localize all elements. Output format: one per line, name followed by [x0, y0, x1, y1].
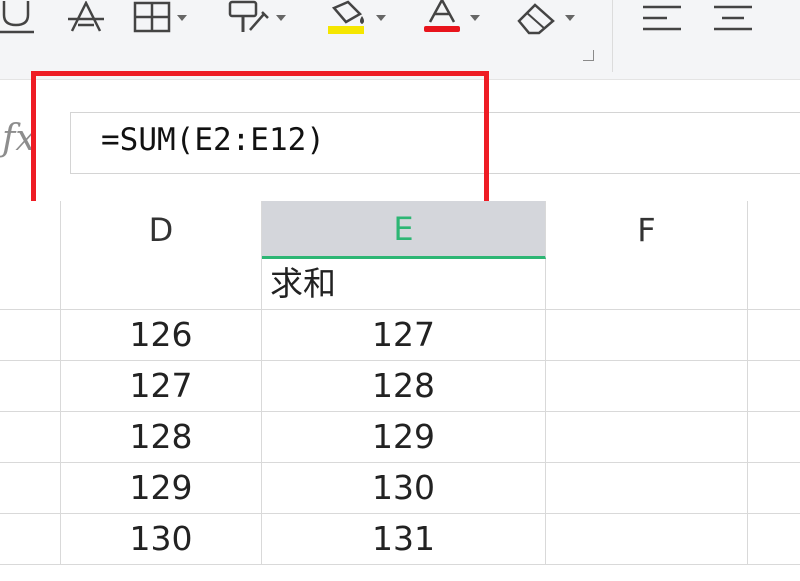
underline-icon	[0, 1, 34, 34]
toolbar-divider	[612, 0, 613, 72]
align-left-icon	[643, 5, 681, 31]
table-row: 130 131	[0, 514, 800, 565]
fill-color-icon	[328, 0, 364, 34]
eraser-icon	[517, 3, 555, 35]
cell-f[interactable]	[546, 361, 748, 411]
table-row: 126 127	[0, 310, 800, 361]
format-painter-button[interactable]	[226, 0, 286, 36]
underline-button[interactable]	[0, 0, 40, 36]
table-row: 128 129	[0, 412, 800, 463]
column-header-e[interactable]: E	[262, 201, 546, 259]
cell-f[interactable]	[546, 514, 748, 564]
column-header-row: D E F	[0, 201, 800, 259]
cell-c[interactable]	[0, 361, 61, 411]
cell-f[interactable]	[546, 310, 748, 360]
chevron-down-icon[interactable]	[276, 14, 286, 22]
spreadsheet-grid: 求和 126 127 127 128 128 129 129 130 130 1…	[0, 259, 800, 581]
cell-d[interactable]: 127	[61, 361, 262, 411]
chevron-down-icon[interactable]	[565, 14, 575, 22]
cell-d[interactable]: 126	[61, 310, 262, 360]
cell-e[interactable]: 129	[262, 412, 546, 462]
cell-e[interactable]: 求和	[262, 259, 546, 309]
clear-button[interactable]	[515, 0, 575, 36]
cell-c[interactable]	[0, 310, 61, 360]
chevron-down-icon[interactable]	[470, 14, 480, 22]
cell-d[interactable]	[61, 259, 262, 309]
align-left-button[interactable]	[641, 0, 683, 36]
cell-e[interactable]: 130	[262, 463, 546, 513]
font-group-dialog-launcher[interactable]	[583, 50, 594, 61]
cell-e[interactable]: 128	[262, 361, 546, 411]
table-row: 127 128	[0, 361, 800, 412]
ribbon-toolbar	[0, 0, 800, 80]
strikethrough-button[interactable]	[66, 0, 106, 36]
cell-c[interactable]	[0, 514, 61, 564]
cell-f[interactable]	[546, 259, 748, 309]
cell-f[interactable]	[546, 463, 748, 513]
align-center-button[interactable]	[712, 0, 754, 36]
cell-d[interactable]: 129	[61, 463, 262, 513]
table-row: 求和	[0, 259, 800, 310]
column-header-d[interactable]: D	[61, 201, 262, 259]
borders-icon	[133, 1, 171, 33]
column-header-f[interactable]: F	[546, 201, 748, 259]
table-row: 129 130	[0, 463, 800, 514]
format-painter-icon	[228, 0, 269, 32]
cell-c[interactable]	[0, 259, 61, 309]
font-color-button[interactable]	[424, 0, 480, 36]
cell-c[interactable]	[0, 412, 61, 462]
align-center-icon	[714, 5, 752, 31]
cell-d[interactable]: 130	[61, 514, 262, 564]
highlight-annotation	[31, 71, 489, 214]
column-header-c[interactable]	[0, 201, 61, 259]
fill-color-button[interactable]	[326, 0, 386, 36]
chevron-down-icon[interactable]	[177, 14, 187, 22]
borders-button[interactable]	[133, 0, 187, 36]
cell-f[interactable]	[546, 412, 748, 462]
column-header-g[interactable]	[748, 201, 800, 259]
strikethrough-icon	[68, 1, 104, 32]
chevron-down-icon[interactable]	[376, 14, 386, 22]
cell-e[interactable]: 127	[262, 310, 546, 360]
font-color-icon	[424, 0, 460, 32]
cell-e[interactable]: 131	[262, 514, 546, 564]
cell-d[interactable]: 128	[61, 412, 262, 462]
cell-c[interactable]	[0, 463, 61, 513]
